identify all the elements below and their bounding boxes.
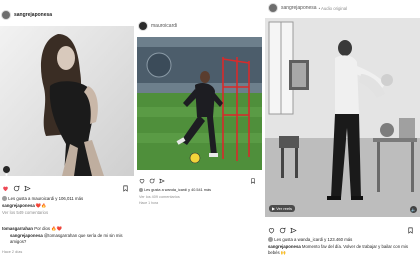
likes-summary[interactable]: Les gusta a wanda_icardi y 40.541 más (139, 187, 211, 193)
reply-username[interactable]: sangrejaponesa (10, 233, 43, 238)
liker-avatar-icon (139, 188, 143, 192)
avatar[interactable] (1, 10, 11, 20)
reply: sangrejaponesa @tomasgarrahan que sería … (10, 233, 135, 244)
like-heart-icon[interactable] (2, 185, 9, 192)
liker-avatar-icon (2, 196, 7, 201)
likes-summary[interactable]: Les gusta a mauroicardi y 106,011 más (2, 196, 83, 202)
post-mauroicardi-photo: mauroicardi Les gusta a wanda_icardi y 4… (136, 0, 263, 259)
post-image[interactable] (0, 26, 134, 176)
dancing-indoor-illustration (265, 18, 420, 217)
post-username[interactable]: mauroicardi (151, 23, 177, 29)
caption: sangrejaponesa Momento fav del día. Volv… (268, 244, 418, 255)
liker-avatar-icon (268, 237, 273, 242)
post-sangrejaponesa-photo: sangrejaponesa Les gusta a mauroicardi y… (0, 0, 135, 259)
caption-text: ❤️🔥 (35, 203, 47, 208)
post-timestamp: Hace 1 hora (139, 201, 159, 205)
comment-icon[interactable] (279, 227, 286, 234)
share-icon[interactable] (24, 185, 31, 192)
likes-summary[interactable]: Les gusta a wanda_icardi y 123.460 más (268, 237, 352, 243)
save-bookmark-icon[interactable] (407, 227, 414, 234)
caption-username[interactable]: sangrejaponesa (2, 203, 35, 208)
post-header: mauroicardi (138, 18, 177, 34)
comment-text: Por dios 🔥❤️ (34, 226, 62, 231)
share-icon[interactable] (159, 178, 165, 184)
post-actions (139, 176, 260, 186)
mute-audio-icon[interactable]: 🔈 (410, 206, 417, 213)
likes-text: Les gusta a mauroicardi y 106,011 más (8, 196, 84, 201)
comment: tomasgarrahan Por dios 🔥❤️ (2, 226, 62, 232)
save-bookmark-icon[interactable] (122, 185, 129, 192)
avatar[interactable] (138, 21, 148, 31)
likes-text: Les gusta a wanda_icardi y 123.460 más (274, 237, 353, 242)
like-heart-icon[interactable] (268, 227, 275, 234)
avatar[interactable] (268, 3, 278, 13)
comment-icon[interactable] (149, 178, 155, 184)
likes-text: Les gusta a wanda_icardi y 40.541 más (144, 188, 211, 192)
caption: sangrejaponesa ❤️🔥 (2, 203, 47, 209)
post-username[interactable]: sangrejaponesa (14, 12, 52, 18)
post-header: sangrejaponesa • Audio original (268, 0, 347, 16)
caption-username[interactable]: sangrejaponesa (268, 244, 301, 249)
post-timestamp: Hace 2 días (2, 250, 23, 254)
bw-portrait-illustration (0, 26, 134, 176)
post-image[interactable] (137, 37, 262, 170)
reels-button[interactable]: ▶ Ver reels (269, 205, 295, 212)
share-icon[interactable] (290, 227, 297, 234)
post-video[interactable]: ▶ Ver reels 🔈 (265, 18, 420, 217)
tagged-users-icon[interactable] (3, 166, 10, 176)
post-actions (2, 183, 133, 193)
like-heart-icon[interactable] (139, 178, 145, 184)
audio-label[interactable]: • Audio original (319, 6, 348, 11)
post-sangrejaponesa-reel: sangrejaponesa • Audio original ▶ Ver re… (264, 0, 420, 259)
soccer-training-illustration (137, 37, 262, 170)
post-header: sangrejaponesa (1, 7, 52, 23)
comment-icon[interactable] (13, 185, 20, 192)
post-actions (268, 225, 418, 235)
comment-username[interactable]: tomasgarrahan (2, 226, 33, 231)
view-comments-link[interactable]: Ver los 549 comentarios (2, 210, 48, 216)
post-username[interactable]: sangrejaponesa (281, 5, 317, 11)
reels-icon: ▶ (272, 206, 276, 211)
save-bookmark-icon[interactable] (250, 178, 256, 184)
instagram-collage: sangrejaponesa Les gusta a mauroicardi y… (0, 0, 420, 259)
reels-label: Ver reels (276, 206, 292, 211)
